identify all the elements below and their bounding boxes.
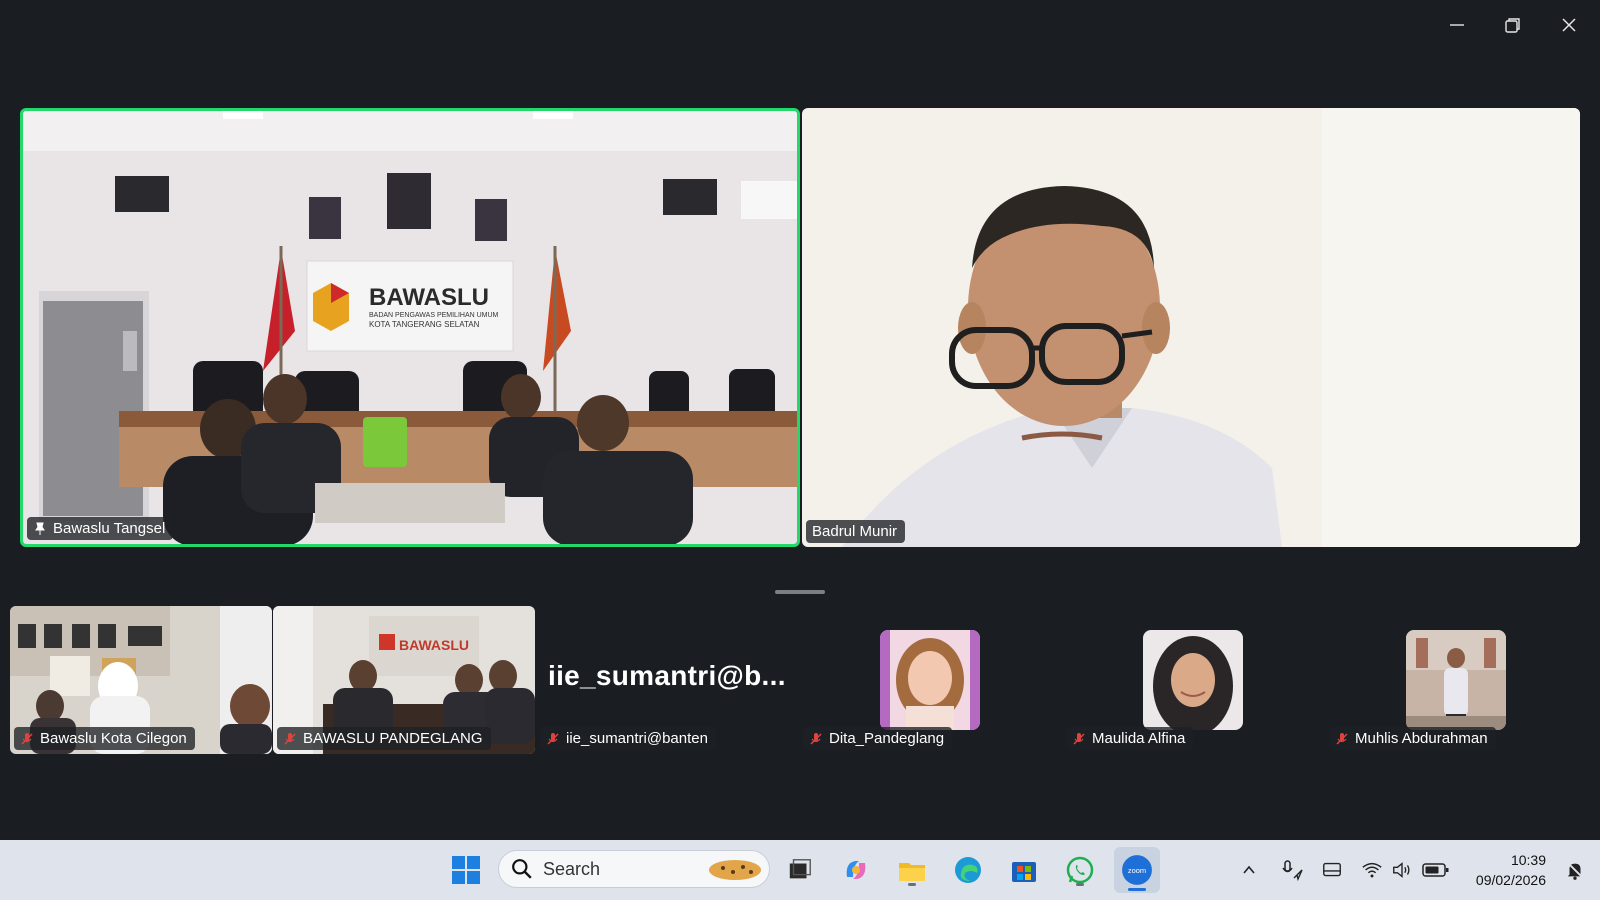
participant-name: Bawaslu Kota Cilegon [40, 730, 187, 747]
store-icon [1012, 862, 1036, 882]
display-icon [1323, 862, 1341, 877]
profile-photo [1406, 630, 1506, 730]
edge-button[interactable] [950, 852, 986, 888]
resize-handle[interactable] [775, 590, 825, 594]
participant-name: iie_sumantri@banten [566, 730, 708, 747]
banner-title: BAWASLU [369, 284, 489, 311]
file-explorer-icon [899, 863, 925, 881]
banner-line-1: BADAN PENGAWAS PEMILIHAN UMUM [369, 312, 499, 319]
edge-icon [955, 857, 981, 883]
mic-muted-icon [1336, 732, 1348, 745]
participant-name-tag: Badrul Munir [806, 520, 906, 543]
show-hidden-icons-button[interactable] [1236, 852, 1262, 888]
meeting-room-video: BAWASLU BADAN PENGAWAS PEMILIHAN UMUM KO… [23, 111, 797, 544]
profile-photo [880, 630, 980, 730]
running-indicator [908, 883, 916, 886]
wifi-icon [1362, 862, 1382, 878]
notification-icon [1567, 862, 1583, 880]
participant-name: Muhlis Abdurahman [1355, 730, 1488, 747]
participant-name-tag: Muhlis Abdurahman [1329, 727, 1496, 750]
copilot-icon [846, 861, 866, 879]
participant-name: BAWASLU PANDEGLANG [303, 730, 483, 747]
running-indicator [1128, 888, 1146, 891]
task-view-icon [789, 859, 811, 879]
video-tile-muhlis-abdurahman[interactable]: Muhlis Abdurahman [1325, 606, 1587, 754]
mic-muted-icon [810, 732, 822, 745]
file-explorer-button[interactable] [894, 852, 930, 888]
minimize-button[interactable] [1440, 8, 1474, 42]
store-button[interactable] [1006, 852, 1042, 888]
whatsapp-button[interactable] [1062, 852, 1098, 888]
mic-muted-icon [547, 732, 559, 745]
video-tile-maulida-alfina[interactable]: Maulida Alfina [1062, 606, 1324, 754]
zoom-button[interactable]: zoom [1114, 847, 1160, 893]
video-tile-badrul-munir[interactable]: Badrul Munir [802, 108, 1580, 547]
video-tile-bawaslu-tangsel[interactable]: BAWASLU BADAN PENGAWAS PEMILIHAN UMUM KO… [20, 108, 800, 547]
minimize-icon [1450, 24, 1464, 26]
participant-name-tag: iie_sumantri@banten [540, 727, 716, 750]
task-view-button[interactable] [782, 852, 818, 888]
mic-muted-icon [21, 732, 33, 745]
participant-name: Maulida Alfina [1092, 730, 1186, 747]
banner-line-2: KOTA TANGERANG SELATAN [369, 320, 480, 329]
mic-muted-icon [1073, 732, 1085, 745]
windows-start-icon [452, 856, 480, 884]
volume-button[interactable] [1388, 852, 1416, 888]
network-button[interactable] [1358, 852, 1386, 888]
mic-location-button[interactable] [1278, 852, 1306, 888]
video-tile-iie-sumantri[interactable]: iie_sumantri@b... iie_sumantri@banten [536, 606, 798, 754]
participant-video [802, 108, 1580, 547]
participant-name: Badrul Munir [812, 523, 898, 540]
restore-button[interactable] [1496, 8, 1530, 42]
mic-location-icon [1282, 860, 1303, 882]
display-button[interactable] [1318, 852, 1346, 888]
banner-title: BAWASLU [399, 637, 469, 653]
battery-button[interactable] [1420, 852, 1452, 888]
start-button[interactable] [448, 852, 484, 888]
participant-name-tag: Bawaslu Tangsel [27, 517, 174, 540]
close-button[interactable] [1552, 8, 1586, 42]
notification-button[interactable] [1560, 852, 1590, 888]
search-highlight-icon [709, 860, 761, 880]
search-icon [512, 859, 532, 879]
restore-icon [1505, 18, 1520, 33]
clock-time: 10:39 [1510, 852, 1546, 868]
volume-icon [1393, 862, 1410, 878]
close-icon [1562, 18, 1576, 32]
zoom-icon: zoom [1122, 855, 1152, 885]
search-placeholder: Search [543, 858, 601, 879]
profile-photo [1143, 630, 1243, 730]
taskbar: Search zoom 10:39 09/02/2026 [0, 840, 1600, 900]
participant-name-tag: BAWASLU PANDEGLANG [277, 727, 491, 750]
participant-name-tag: Bawaslu Kota Cilegon [14, 727, 195, 750]
whatsapp-icon [1066, 856, 1094, 884]
battery-icon [1422, 863, 1449, 877]
participant-name-tag: Maulida Alfina [1066, 727, 1194, 750]
chevron-up-icon [1243, 865, 1255, 874]
search-input[interactable]: Search [498, 850, 770, 888]
clock-date: 09/02/2026 [1475, 872, 1546, 888]
svg-text:zoom: zoom [1128, 866, 1146, 875]
running-indicator [1076, 883, 1084, 886]
participant-display-name: iie_sumantri@b... [548, 660, 786, 691]
mic-muted-icon [284, 732, 296, 745]
video-tile-bawaslu-pandeglang[interactable]: BAWASLU BAWASLU PANDEGLANG [273, 606, 535, 754]
pin-icon [35, 522, 45, 535]
participant-name: Dita_Pandeglang [829, 730, 945, 747]
video-tile-bawaslu-kota-cilegon[interactable]: Bawaslu Kota Cilegon [10, 606, 272, 754]
participant-name: Bawaslu Tangsel [53, 520, 166, 537]
video-tile-dita-pandeglang[interactable]: Dita_Pandeglang [799, 606, 1061, 754]
window-controls [1440, 8, 1586, 42]
participant-name-tag: Dita_Pandeglang [803, 727, 953, 750]
system-clock[interactable]: 10:39 09/02/2026 [1476, 850, 1546, 890]
copilot-button[interactable] [838, 852, 874, 888]
